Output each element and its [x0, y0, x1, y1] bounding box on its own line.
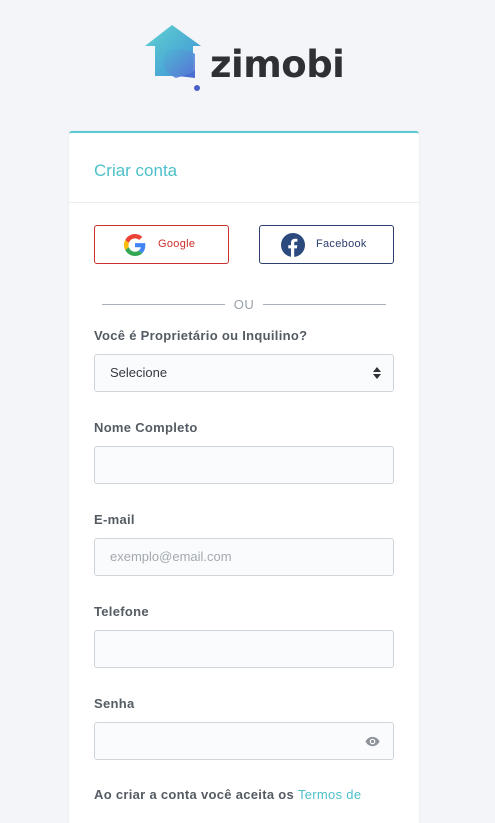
phone-input[interactable] [94, 630, 394, 668]
full-name-input[interactable] [94, 446, 394, 484]
eye-icon[interactable] [365, 735, 380, 748]
tenant-type-label: Você é Proprietário ou Inquilino? [94, 328, 308, 343]
select-arrows-icon [373, 367, 381, 379]
password-label: Senha [94, 696, 135, 711]
terms-prefix: Ao criar a conta você aceita os [94, 787, 298, 802]
facebook-icon [281, 233, 305, 257]
full-name-label: Nome Completo [94, 420, 198, 435]
google-icon [124, 234, 146, 256]
terms-link[interactable]: Termos de [298, 787, 361, 802]
terms-text: Ao criar a conta você aceita os Termos d… [94, 787, 361, 802]
facebook-signup-button[interactable]: Facebook [259, 225, 394, 264]
tenant-type-value: Selecione [110, 365, 168, 380]
email-label: E-mail [94, 512, 135, 527]
email-placeholder: exemplo@email.com [110, 549, 232, 564]
card-title: Criar conta [94, 161, 178, 180]
brand-logo[interactable]: zimobi [143, 24, 353, 92]
email-input[interactable]: exemplo@email.com [94, 538, 394, 576]
brand-name: zimobi [210, 43, 345, 86]
signup-card: Criar conta Google Facebook OU Você é Pr… [69, 131, 419, 823]
or-divider: OU [102, 297, 386, 313]
facebook-button-label: Facebook [316, 238, 367, 250]
phone-label: Telefone [94, 604, 149, 619]
zimobi-house-logo-icon [145, 25, 201, 91]
google-button-label: Google [158, 238, 196, 250]
divider-line-right [263, 304, 386, 305]
tenant-type-select[interactable]: Selecione [94, 354, 394, 392]
password-input[interactable] [94, 722, 394, 760]
google-signup-button[interactable]: Google [94, 225, 229, 264]
